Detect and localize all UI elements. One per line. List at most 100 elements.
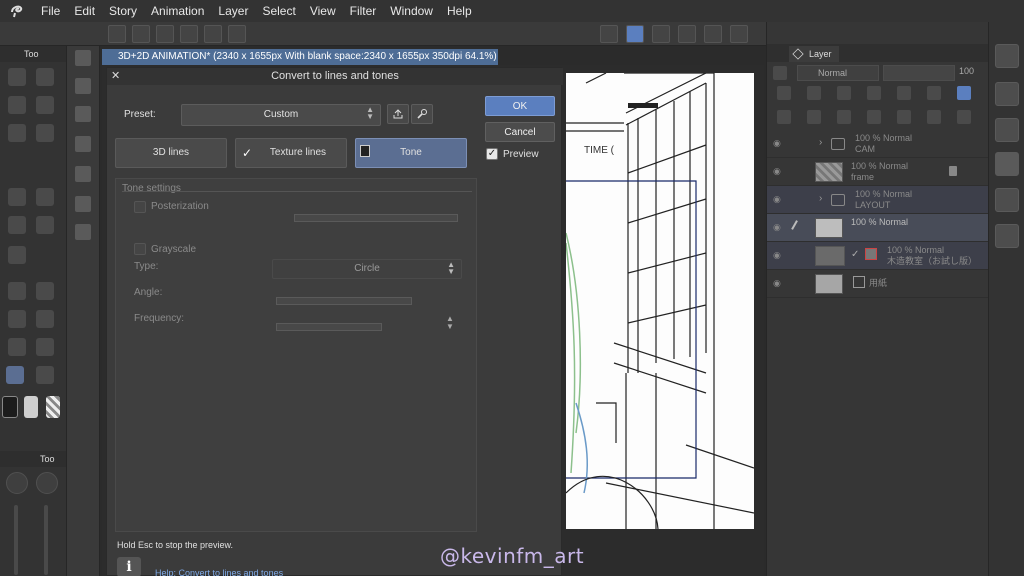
- navigator-icon[interactable]: [995, 44, 1019, 68]
- eye-icon[interactable]: ◉: [773, 166, 785, 176]
- text-tool-icon[interactable]: [8, 310, 26, 328]
- sub-tool-grid-icon[interactable]: [75, 166, 91, 182]
- eye-icon[interactable]: ◉: [773, 222, 785, 232]
- posterization-slider[interactable]: [294, 214, 458, 222]
- layer-op-icon[interactable]: [927, 86, 941, 100]
- preset-settings-button[interactable]: [411, 104, 433, 124]
- grayscale-checkbox[interactable]: [134, 243, 146, 255]
- gradient-tool-icon[interactable]: [8, 246, 26, 264]
- ok-button[interactable]: OK: [485, 96, 555, 116]
- chevron-icon[interactable]: [180, 25, 198, 43]
- preset-register-button[interactable]: [387, 104, 409, 124]
- layer-row-layout[interactable]: ◉ › 100 % Normal LAYOUT: [767, 186, 989, 214]
- animation-icon[interactable]: [995, 224, 1019, 248]
- main-color-swatch[interactable]: [2, 396, 18, 418]
- draw-icon[interactable]: [652, 25, 670, 43]
- chevron-icon[interactable]: [156, 25, 174, 43]
- hand-tool-icon[interactable]: [6, 366, 24, 384]
- menu-animation[interactable]: Animation: [144, 0, 211, 22]
- layer-op-icon[interactable]: [867, 86, 881, 100]
- draw-icon[interactable]: [600, 25, 618, 43]
- sub-tool-frame-icon[interactable]: [75, 196, 91, 212]
- cancel-button[interactable]: Cancel: [485, 122, 555, 142]
- chevron-right-icon[interactable]: ›: [819, 137, 822, 148]
- frequency-slider[interactable]: [276, 323, 382, 331]
- eyedropper-tool-icon[interactable]: [36, 68, 54, 86]
- brush-size-dial[interactable]: [6, 472, 28, 494]
- expand-icon[interactable]: [132, 25, 150, 43]
- layer-op-icon[interactable]: [807, 110, 821, 124]
- layer-op-icon[interactable]: [837, 110, 851, 124]
- draw-active-icon[interactable]: [626, 25, 644, 43]
- layer-row-paper[interactable]: ◉ 用紙: [767, 270, 989, 298]
- move-tool-icon[interactable]: [36, 124, 54, 142]
- menu-help[interactable]: Help: [440, 0, 479, 22]
- layer-op-icon[interactable]: [927, 110, 941, 124]
- opacity-slider[interactable]: [44, 505, 48, 575]
- brush-tool-icon[interactable]: [36, 96, 54, 114]
- angle-slider[interactable]: [276, 297, 412, 305]
- layer-op-icon[interactable]: [867, 110, 881, 124]
- menu-file[interactable]: File: [34, 0, 67, 22]
- draw-icon[interactable]: [730, 25, 748, 43]
- draw-icon[interactable]: [678, 25, 696, 43]
- close-icon[interactable]: ✕: [111, 68, 120, 85]
- tone-button[interactable]: Tone: [355, 138, 467, 168]
- layer-row-cam[interactable]: ◉ › 100 % Normal CAM: [767, 130, 989, 158]
- type-select[interactable]: Circle ▲ ▼: [272, 259, 462, 279]
- layer-row-frame[interactable]: ◉ 100 % Normal frame: [767, 158, 989, 186]
- menu-select[interactable]: Select: [255, 0, 302, 22]
- checkmark-icon[interactable]: ✓: [851, 249, 859, 260]
- menu-filter[interactable]: Filter: [343, 0, 384, 22]
- layer-op-icon[interactable]: [837, 86, 851, 100]
- eye-icon[interactable]: ◉: [773, 250, 785, 260]
- chevron-icon[interactable]: [204, 25, 222, 43]
- transparent-color-swatch[interactable]: [46, 396, 60, 418]
- opacity-slider[interactable]: [883, 65, 955, 81]
- eye-icon[interactable]: ◉: [773, 278, 785, 288]
- help-link[interactable]: Help: Convert to lines and tones: [155, 568, 283, 576]
- airbrush-tool-icon[interactable]: [8, 188, 26, 206]
- layer-op-icon[interactable]: [957, 110, 971, 124]
- pen-tool-icon[interactable]: [8, 68, 26, 86]
- menu-window[interactable]: Window: [383, 0, 440, 22]
- layer-op-icon[interactable]: [777, 86, 791, 100]
- lock-icon[interactable]: [949, 166, 957, 176]
- balloon-tool-icon[interactable]: [36, 310, 54, 328]
- posterization-checkbox[interactable]: [134, 201, 146, 213]
- magic-wand-tool-icon[interactable]: [8, 216, 26, 234]
- frequency-stepper-icon[interactable]: ▲ ▼: [446, 315, 454, 331]
- app-logo-icon[interactable]: [0, 0, 34, 22]
- chevron-right-icon[interactable]: ›: [819, 193, 822, 204]
- sub-tool-layer-icon[interactable]: [75, 136, 91, 152]
- eraser-tool-icon[interactable]: [8, 96, 26, 114]
- color-picker-tool-icon[interactable]: [36, 366, 54, 384]
- hamburger-icon[interactable]: [108, 25, 126, 43]
- ruler-tool-icon[interactable]: [36, 338, 54, 356]
- frame-tool-icon[interactable]: [8, 338, 26, 356]
- line-tool-icon[interactable]: [36, 282, 54, 300]
- texture-lines-button[interactable]: ✓ Texture lines: [235, 138, 347, 168]
- material-icon[interactable]: [995, 118, 1019, 142]
- fill-tool-icon[interactable]: [8, 124, 26, 142]
- blend-mode-select[interactable]: Normal: [797, 65, 879, 81]
- history-icon[interactable]: [995, 188, 1019, 212]
- menu-view[interactable]: View: [303, 0, 343, 22]
- layer-op-icon[interactable]: [897, 110, 911, 124]
- layer-row-3d[interactable]: ◉ ✓ 100 % Normal 木造教室（お試し版）: [767, 242, 989, 270]
- opacity-dial[interactable]: [36, 472, 58, 494]
- layer-op-active-icon[interactable]: [957, 86, 971, 100]
- eye-icon[interactable]: ◉: [773, 194, 785, 204]
- layer-op-icon[interactable]: [777, 110, 791, 124]
- preview-checkbox[interactable]: ✓: [486, 148, 498, 160]
- sub-tool-drops-icon[interactable]: [75, 224, 91, 240]
- layer-panel-icon[interactable]: [995, 152, 1019, 176]
- document-tab[interactable]: 3D+2D ANIMATION* (2340 x 1655px With bla…: [102, 49, 498, 65]
- layer-op-icon[interactable]: [897, 86, 911, 100]
- layer-op-icon[interactable]: [807, 86, 821, 100]
- layer-tab[interactable]: Layer: [789, 46, 839, 62]
- color-set-icon[interactable]: [995, 82, 1019, 106]
- layer-lock-icon[interactable]: [773, 66, 787, 80]
- sub-tool-pen-icon[interactable]: [75, 50, 91, 66]
- menu-layer[interactable]: Layer: [211, 0, 255, 22]
